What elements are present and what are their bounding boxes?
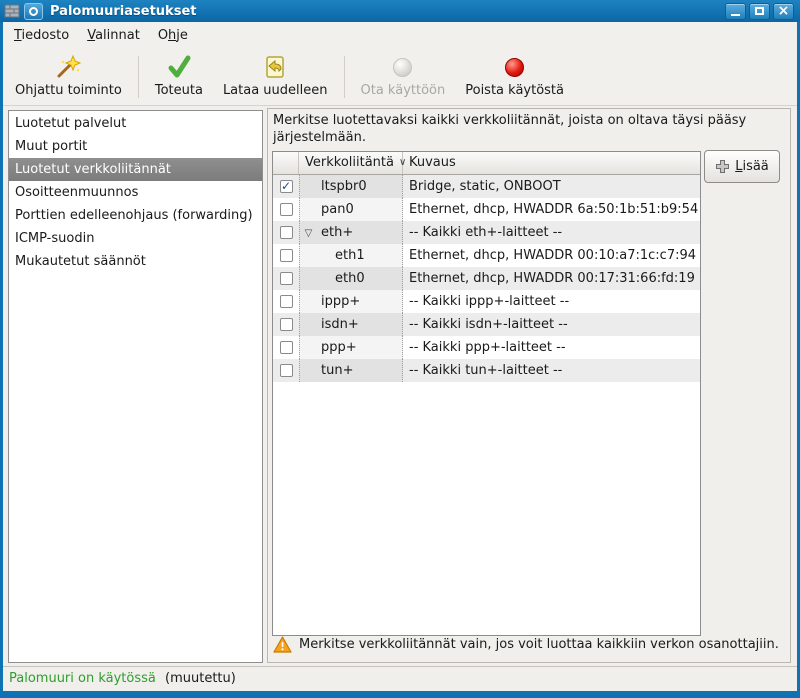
interfaces-table: Verkkoliitäntä ∨ Kuvaus ✓ ltspbr0 Bridge… <box>272 151 701 636</box>
interface-description: -- Kaikki isdn+-laitteet -- <box>403 313 700 336</box>
table-header: Verkkoliitäntä ∨ Kuvaus <box>273 152 700 175</box>
red-sphere-icon <box>505 54 524 81</box>
expander-open-icon[interactable]: ▽ <box>302 222 315 245</box>
minimize-icon <box>731 14 740 16</box>
row-checkbox[interactable] <box>273 267 299 290</box>
warning-icon <box>273 636 292 653</box>
gray-sphere-icon <box>393 54 412 81</box>
wand-icon <box>55 54 81 81</box>
interface-name: ltspbr0 <box>321 179 367 194</box>
check-icon <box>166 54 192 81</box>
sidebar-item-trusted-interfaces[interactable]: Luotetut verkkoliitännät <box>9 158 262 181</box>
row-checkbox[interactable] <box>273 313 299 336</box>
menu-help[interactable]: Ohje <box>149 24 197 47</box>
firewall-state-text: Palomuuri on käytössä <box>9 671 156 686</box>
add-button-label: Lisää <box>735 159 769 174</box>
table-row[interactable]: isdn+ -- Kaikki isdn+-laitteet -- <box>273 313 700 336</box>
sidebar-item-trusted-services[interactable]: Luotetut palvelut <box>9 112 262 135</box>
table-row[interactable]: ✓ ltspbr0 Bridge, static, ONBOOT <box>273 175 700 198</box>
enable-button: Ota käyttöön <box>351 52 456 102</box>
disable-button[interactable]: Poista käytöstä <box>455 52 574 102</box>
statusbar: Palomuuri on käytössä (muutettu) <box>3 666 797 691</box>
interface-description: -- Kaikki tun+-laitteet -- <box>403 359 700 382</box>
warning-text: Merkitse verkkoliitännät vain, jos voit … <box>299 637 779 652</box>
interface-name: eth0 <box>335 271 365 286</box>
trusted-interfaces-panel: Merkitse luotettavaksi kaikki verkkoliit… <box>267 108 791 663</box>
menu-file[interactable]: Tiedosto <box>5 24 78 47</box>
window-border-left <box>0 22 3 698</box>
firewall-settings-window: Palomuuriasetukset × Tiedosto Valinnat O… <box>0 0 800 698</box>
wizard-button[interactable]: Ohjattu toiminto <box>5 52 132 102</box>
row-checkbox[interactable] <box>273 244 299 267</box>
modified-text: (muutettu) <box>165 671 236 686</box>
interface-description: -- Kaikki ppp+-laitteet -- <box>403 336 700 359</box>
reload-button[interactable]: Lataa uudelleen <box>213 52 338 102</box>
plus-icon <box>715 159 730 174</box>
interface-name: isdn+ <box>321 317 359 332</box>
header-interface-column[interactable]: Verkkoliitäntä ∨ <box>299 152 403 174</box>
table-row[interactable]: ▽ eth+ -- Kaikki eth+-laitteet -- <box>273 221 700 244</box>
table-row[interactable]: eth1 Ethernet, dhcp, HWADDR 00:10:a7:1c:… <box>273 244 700 267</box>
add-button[interactable]: Lisää <box>704 150 780 183</box>
interface-name: pan0 <box>321 202 354 217</box>
window-border-bottom <box>0 691 800 698</box>
row-checkbox[interactable] <box>273 336 299 359</box>
titlebar[interactable]: Palomuuriasetukset × <box>0 0 800 22</box>
row-checkbox[interactable] <box>273 290 299 313</box>
interface-description: -- Kaikki ippp+-laitteet -- <box>403 290 700 313</box>
checkbox-mark: ✓ <box>281 181 291 192</box>
panel-description: Merkitse luotettavaksi kaikki verkkoliit… <box>273 112 781 146</box>
window-menu-icon[interactable] <box>24 3 43 20</box>
table-row[interactable]: ippp+ -- Kaikki ippp+-laitteet -- <box>273 290 700 313</box>
titlebar-icons <box>4 3 43 20</box>
interface-description: Bridge, static, ONBOOT <box>403 175 700 198</box>
sidebar-item-custom-rules[interactable]: Mukautetut säännöt <box>9 250 262 273</box>
interface-name: tun+ <box>321 363 353 378</box>
interface-name: eth1 <box>335 248 365 263</box>
row-checkbox[interactable] <box>273 198 299 221</box>
interface-name: ppp+ <box>321 340 357 355</box>
menubar: Tiedosto Valinnat Ohje <box>3 22 797 48</box>
warning-row: Merkitse verkkoliitännät vain, jos voit … <box>273 636 779 653</box>
toolbar-separator <box>344 56 345 98</box>
row-checkbox[interactable]: ✓ <box>273 175 299 198</box>
interface-description: Ethernet, dhcp, HWADDR 00:17:31:66:fd:19 <box>403 267 700 290</box>
toolbar: Ohjattu toiminto Toteuta Lataa uudelleen <box>3 48 797 106</box>
apply-button[interactable]: Toteuta <box>145 52 213 102</box>
close-button[interactable]: × <box>773 3 794 20</box>
sidebar: Luotetut palvelut Muut portit Luotetut v… <box>8 110 263 663</box>
row-checkbox[interactable] <box>273 359 299 382</box>
minimize-button[interactable] <box>725 3 746 20</box>
sidebar-item-icmp-filter[interactable]: ICMP-suodin <box>9 227 262 250</box>
window-title: Palomuuriasetukset <box>50 4 725 19</box>
row-checkbox[interactable] <box>273 221 299 244</box>
menu-options[interactable]: Valinnat <box>78 24 149 47</box>
table-row[interactable]: eth0 Ethernet, dhcp, HWADDR 00:17:31:66:… <box>273 267 700 290</box>
table-row[interactable]: ppp+ -- Kaikki ppp+-laitteet -- <box>273 336 700 359</box>
interface-description: Ethernet, dhcp, HWADDR 00:10:a7:1c:c7:94 <box>403 244 700 267</box>
header-description-column[interactable]: Kuvaus <box>403 152 700 174</box>
interface-description: -- Kaikki eth+-laitteet -- <box>403 221 700 244</box>
maximize-button[interactable] <box>749 3 770 20</box>
firewall-app-icon <box>4 4 20 18</box>
close-icon: × <box>778 4 790 19</box>
header-checkbox-column[interactable] <box>273 152 299 174</box>
interface-name: ippp+ <box>321 294 360 309</box>
table-row[interactable]: pan0 Ethernet, dhcp, HWADDR 6a:50:1b:51:… <box>273 198 700 221</box>
sidebar-item-other-ports[interactable]: Muut portit <box>9 135 262 158</box>
sidebar-item-port-forwarding[interactable]: Porttien edelleenohjaus (forwarding) <box>9 204 262 227</box>
sidebar-item-masquerading[interactable]: Osoitteenmuunnos <box>9 181 262 204</box>
revert-icon <box>262 54 288 81</box>
table-row[interactable]: tun+ -- Kaikki tun+-laitteet -- <box>273 359 700 382</box>
interface-name: eth+ <box>321 225 353 240</box>
interface-description: Ethernet, dhcp, HWADDR 6a:50:1b:51:b9:54 <box>403 198 700 221</box>
toolbar-separator <box>138 56 139 98</box>
maximize-icon <box>755 7 764 15</box>
